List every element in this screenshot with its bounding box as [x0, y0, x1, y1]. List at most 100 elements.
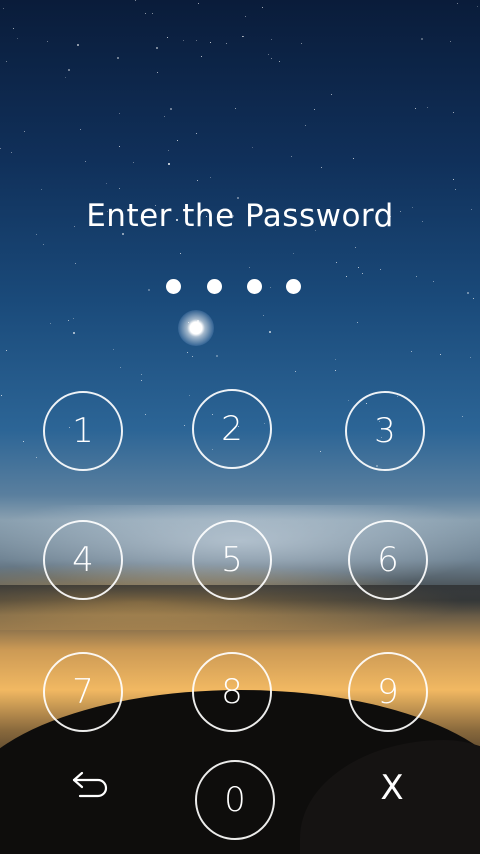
star [380, 269, 381, 270]
star [210, 177, 211, 178]
star [11, 152, 12, 153]
star [133, 162, 134, 163]
star [3, 8, 4, 9]
star [65, 77, 66, 78]
star [262, 7, 263, 8]
star [473, 298, 474, 299]
key-6[interactable]: 6 [348, 520, 428, 600]
star [357, 322, 358, 323]
star [346, 276, 347, 277]
star [243, 36, 244, 37]
star [145, 13, 146, 14]
key-5[interactable]: 5 [192, 520, 272, 600]
star [305, 125, 306, 126]
star [170, 108, 172, 110]
star [120, 367, 121, 368]
star [201, 56, 202, 57]
star [196, 133, 197, 134]
star [1, 395, 2, 396]
star [148, 289, 150, 291]
star [348, 400, 349, 401]
star [156, 47, 158, 49]
star [50, 323, 51, 324]
star [17, 38, 18, 39]
star [113, 349, 114, 350]
back-button[interactable] [60, 757, 120, 817]
star [293, 253, 294, 254]
star [271, 58, 272, 59]
star [119, 113, 120, 114]
star [467, 292, 469, 294]
star [271, 39, 272, 40]
star [164, 116, 165, 117]
star [24, 131, 25, 132]
star [177, 140, 178, 141]
star [184, 425, 185, 426]
key-1[interactable]: 1 [43, 391, 123, 471]
back-arrow-icon [72, 771, 108, 798]
star [477, 6, 478, 7]
star [362, 273, 363, 274]
star [47, 41, 48, 42]
password-prompt-title: Enter the Password [86, 198, 394, 234]
star [415, 108, 416, 109]
star [268, 54, 269, 55]
password-dot [207, 279, 222, 294]
star [168, 163, 170, 165]
star [462, 416, 463, 417]
star [263, 315, 264, 316]
star [68, 69, 70, 71]
moon [178, 310, 214, 346]
star [36, 457, 37, 458]
star [355, 247, 356, 248]
star [450, 41, 451, 42]
star [135, 0, 136, 1]
star [314, 109, 315, 110]
star [106, 183, 107, 184]
star [73, 318, 74, 319]
star [85, 161, 86, 162]
star [77, 44, 79, 46]
star [358, 267, 359, 268]
star [440, 354, 441, 355]
star [453, 112, 454, 113]
key-7[interactable]: 7 [43, 652, 123, 732]
star [336, 262, 337, 263]
key-0[interactable]: 0 [195, 760, 275, 840]
clear-button[interactable]: X [362, 758, 422, 818]
star [291, 156, 292, 157]
key-9[interactable]: 9 [348, 652, 428, 732]
star [117, 57, 119, 59]
star [279, 61, 280, 62]
star [141, 374, 142, 375]
star [353, 158, 354, 159]
star [226, 43, 227, 44]
star [73, 332, 75, 334]
star [197, 320, 199, 322]
star [252, 147, 253, 148]
star [196, 40, 197, 41]
star [168, 150, 169, 151]
star [335, 359, 336, 360]
key-3[interactable]: 3 [345, 391, 425, 471]
star [421, 38, 423, 40]
key-2[interactable]: 2 [192, 389, 272, 469]
star [152, 13, 153, 14]
star [210, 42, 211, 43]
star [457, 3, 458, 4]
star [187, 352, 188, 353]
password-dot [166, 279, 181, 294]
key-4[interactable]: 4 [43, 520, 123, 600]
password-dot [247, 279, 262, 294]
star [119, 188, 120, 189]
star [320, 451, 321, 452]
star [235, 108, 236, 109]
star [36, 234, 37, 235]
star [245, 16, 246, 17]
star [6, 61, 7, 62]
key-8[interactable]: 8 [192, 652, 272, 732]
star [295, 371, 296, 372]
star [301, 43, 302, 44]
star [411, 351, 412, 352]
star [321, 167, 322, 168]
